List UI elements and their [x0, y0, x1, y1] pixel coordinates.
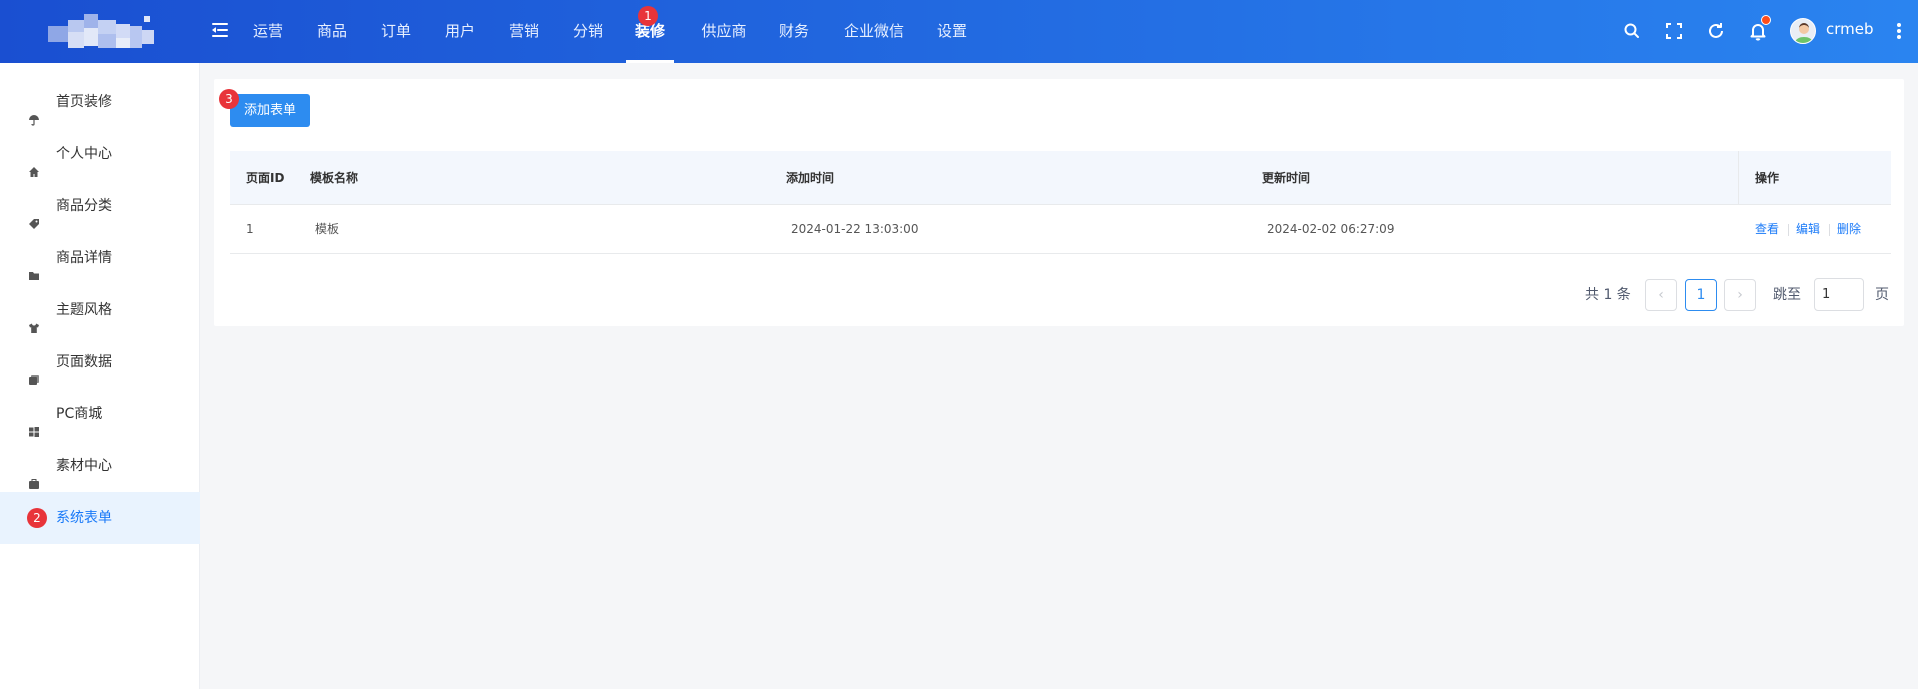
nav-item-wecom[interactable]: 企业微信 [842, 0, 906, 63]
notification-dot [1761, 15, 1771, 25]
column-header-page-id: 页面ID [246, 171, 285, 185]
form-table: 页面ID 模板名称 添加时间 更新时间 操作 1 模板 2024-01-22 1… [230, 151, 1891, 255]
bell-icon[interactable] [1747, 15, 1771, 42]
nav-label: 订单 [380, 22, 411, 40]
sidebar-item-label: PC商城 [56, 406, 103, 422]
avatar[interactable] [1790, 18, 1816, 44]
cell-page-id: 1 [246, 222, 254, 236]
refresh-icon[interactable] [1705, 20, 1727, 42]
action-divider [1788, 224, 1789, 236]
username[interactable]: crmeb [1826, 20, 1874, 38]
column-divider [1738, 151, 1739, 205]
edit-link[interactable]: 编辑 [1796, 205, 1820, 254]
sidebar-item-page-data[interactable]: 页面数据 [0, 336, 200, 388]
tag-icon [28, 200, 40, 229]
cell-template-name: 模板 [315, 222, 340, 236]
chevron-left-icon: ‹ [1658, 287, 1664, 303]
nav-label: 企业微信 [843, 22, 904, 40]
sidebar-item-personal-center[interactable]: 个人中心 [0, 128, 200, 180]
page-suffix-label: 页 [1875, 287, 1889, 303]
sidebar-item-label: 个人中心 [56, 146, 112, 162]
jump-to-label: 跳至 [1773, 287, 1801, 303]
nav-item-operations[interactable]: 运营 [252, 0, 284, 63]
step-badge-3: 3 [219, 89, 239, 109]
add-form-button[interactable]: 添加表单 [230, 94, 310, 127]
step-badge-2: 2 [27, 508, 47, 528]
cell-created-time: 2024-01-22 13:03:00 [791, 222, 919, 236]
column-header-actions: 操作 [1755, 171, 1780, 185]
search-icon[interactable] [1621, 20, 1643, 42]
sidebar-item-label: 页面数据 [56, 354, 112, 370]
page-number-button[interactable]: 1 [1685, 279, 1717, 311]
nav-item-supplier[interactable]: 供应商 [700, 0, 748, 63]
pagination-total: 共 1 条 [1585, 287, 1631, 303]
menu-collapse-icon[interactable] [212, 22, 230, 38]
next-page-button[interactable]: › [1724, 279, 1756, 311]
nav-item-products[interactable]: 商品 [316, 0, 348, 63]
nav-label: 营销 [508, 22, 539, 40]
umbrella-icon [28, 96, 40, 126]
nav-label: 商品 [316, 22, 347, 40]
sidebar-item-pc-mall[interactable]: PC商城 [0, 388, 200, 440]
windows-icon [28, 408, 40, 437]
column-header-template-name: 模板名称 [310, 171, 359, 185]
prev-page-button[interactable]: ‹ [1645, 279, 1677, 311]
nav-item-decoration[interactable]: 装修 1 [626, 0, 674, 63]
sidebar-item-theme-style[interactable]: 主题风格 [0, 284, 200, 336]
nav-label: 运营 [252, 22, 283, 40]
nav-item-marketing[interactable]: 营销 [508, 0, 540, 63]
nav-label: 财务 [778, 22, 809, 40]
chevron-right-icon: › [1737, 287, 1743, 303]
folder-icon [28, 252, 40, 280]
sidebar-item-label: 商品详情 [56, 250, 112, 266]
column-header-updated-time: 更新时间 [1262, 171, 1311, 185]
sidebar-item-label: 主题风格 [56, 302, 112, 318]
nav-item-distribution[interactable]: 分销 [572, 0, 604, 63]
nav-item-finance[interactable]: 财务 [778, 0, 810, 63]
home-icon [28, 148, 40, 177]
nav-item-settings[interactable]: 设置 [936, 0, 968, 63]
sidebar-item-product-detail[interactable]: 商品详情 [0, 232, 200, 284]
column-header-created-time: 添加时间 [786, 171, 835, 185]
more-icon[interactable] [1896, 22, 1902, 40]
sidebar-item-home-decoration[interactable]: 首页装修 [0, 76, 200, 128]
cell-updated-time: 2024-02-02 06:27:09 [1267, 222, 1395, 236]
add-form-button-label: 添加表单 [243, 103, 296, 118]
nav-item-users[interactable]: 用户 [444, 0, 476, 63]
table-header: 页面ID 模板名称 添加时间 更新时间 操作 [230, 151, 1891, 205]
nav-label: 设置 [936, 22, 967, 40]
sidebar-item-product-category[interactable]: 商品分类 [0, 180, 200, 232]
top-header: 运营 商品 订单 用户 营销 分销 装修 1 供应商 财务 企业微信 设置 cr… [0, 0, 1918, 63]
sidebar-item-label: 商品分类 [56, 198, 112, 214]
nav-label: 供应商 [701, 22, 747, 40]
sidebar-item-label: 系统表单 [56, 510, 112, 526]
table-row: 1 模板 2024-01-22 13:03:00 2024-02-02 06:2… [230, 205, 1891, 254]
nav-label: 分销 [572, 22, 603, 40]
view-link[interactable]: 查看 [1755, 205, 1779, 254]
briefcase-icon [28, 460, 40, 489]
sidebar-item-system-form[interactable]: 2 系统表单 [0, 492, 200, 544]
nav-item-orders[interactable]: 订单 [380, 0, 412, 63]
logo[interactable] [44, 10, 160, 56]
shirt-icon [28, 304, 40, 333]
action-divider [1829, 224, 1830, 236]
layers-icon [28, 356, 40, 385]
delete-link[interactable]: 删除 [1837, 205, 1861, 254]
sidebar-item-label: 首页装修 [56, 94, 112, 110]
jump-page-input[interactable] [1814, 278, 1864, 311]
sidebar-item-material-center[interactable]: 素材中心 [0, 440, 200, 492]
nav-label: 用户 [444, 22, 475, 40]
fullscreen-icon[interactable] [1663, 20, 1685, 42]
sidebar: 首页装修 个人中心 商品分类 商品详情 主题风格 页面数据 PC商城 素材中心 … [0, 63, 200, 689]
sidebar-item-label: 素材中心 [56, 458, 112, 474]
step-badge-1: 1 [638, 6, 658, 26]
